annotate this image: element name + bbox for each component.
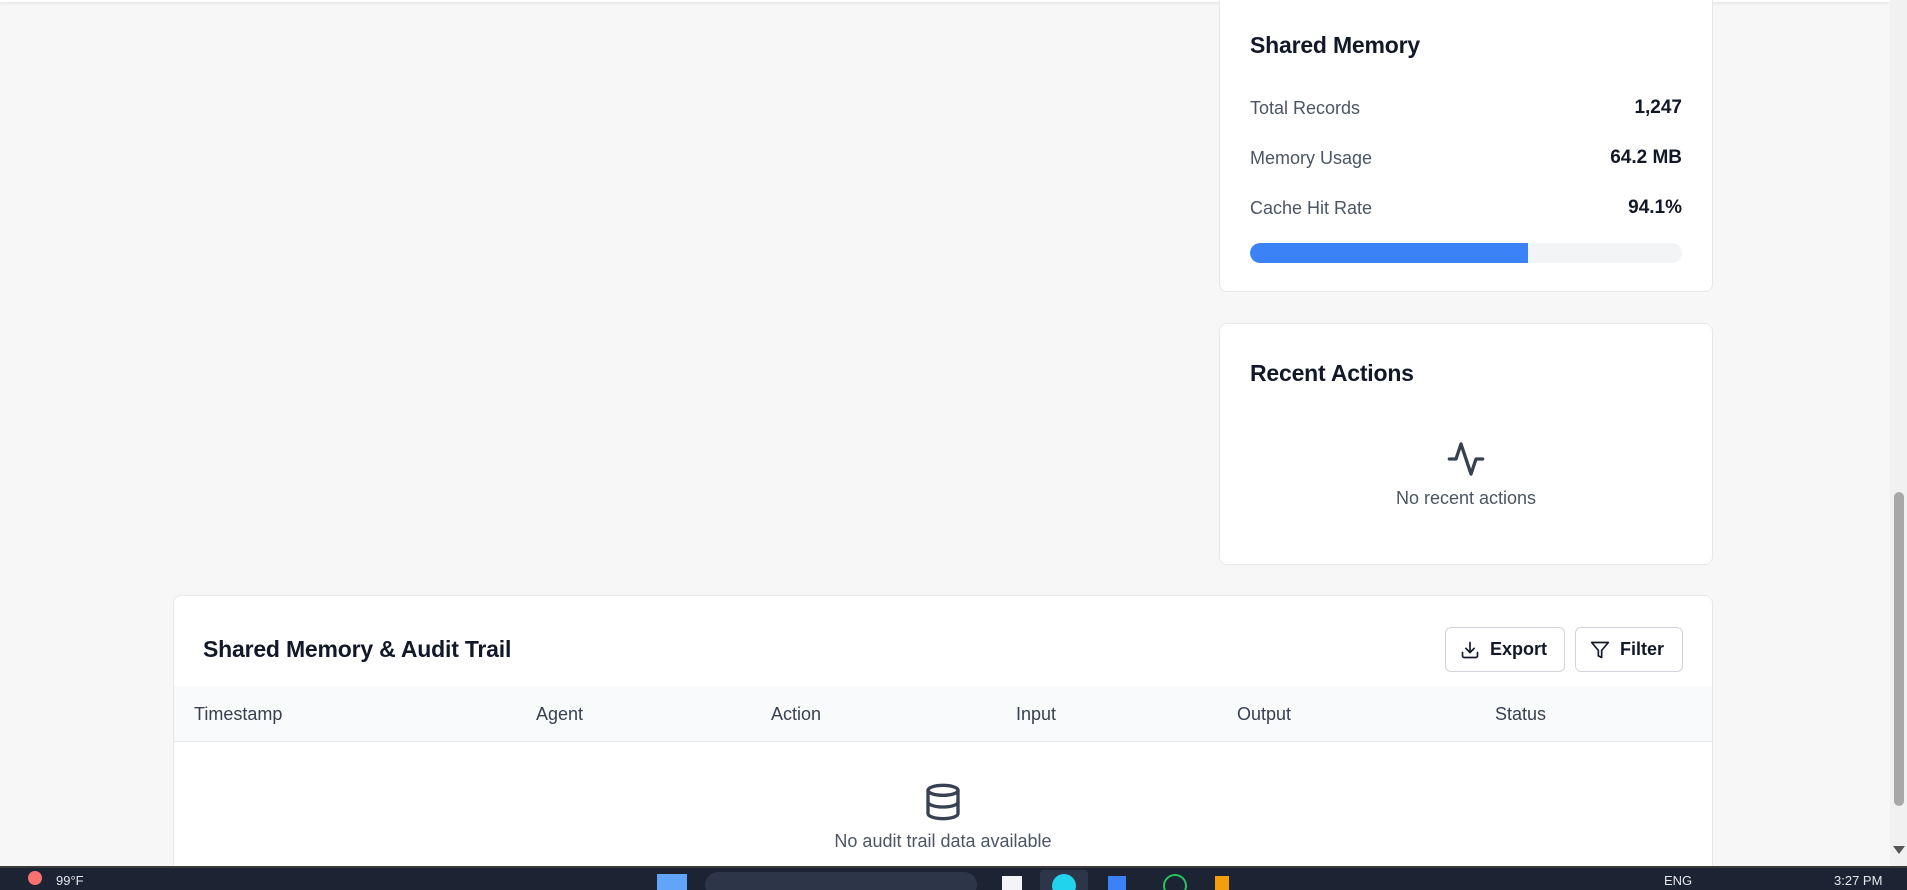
stat-memory-usage: Memory Usage 64.2 MB [1250, 145, 1682, 171]
os-taskbar: 99°F ENG 3:27 PM [0, 866, 1907, 890]
download-icon [1461, 641, 1479, 658]
scroll-down-arrow-icon[interactable] [1893, 846, 1905, 854]
stat-value: 64.2 MB [1610, 147, 1682, 168]
export-button[interactable]: Export [1445, 627, 1565, 672]
recent-actions-card: Recent Actions No recent actions [1219, 323, 1713, 565]
chat-app-icon[interactable] [1163, 874, 1187, 890]
column-header-agent[interactable]: Agent [536, 704, 583, 725]
cache-progress-fill [1250, 243, 1529, 263]
filter-icon [1590, 641, 1610, 658]
weather-icon[interactable] [28, 871, 42, 885]
app-icon[interactable] [1108, 876, 1126, 890]
stat-cache-hit-rate: Cache Hit Rate 94.1% [1250, 195, 1682, 221]
column-header-input[interactable]: Input [1016, 704, 1056, 725]
activity-icon [1447, 442, 1485, 476]
stat-value: 94.1% [1628, 197, 1682, 218]
recent-actions-title: Recent Actions [1250, 360, 1414, 386]
stat-label: Cache Hit Rate [1250, 197, 1373, 218]
column-header-output[interactable]: Output [1237, 704, 1291, 725]
stat-value: 1,247 [1634, 97, 1682, 118]
page-scrollbar[interactable] [1890, 0, 1907, 866]
filter-button[interactable]: Filter [1575, 627, 1683, 672]
recent-actions-empty: No recent actions [1220, 439, 1712, 509]
stat-total-records: Total Records 1,247 [1250, 95, 1682, 121]
start-icon[interactable] [657, 874, 687, 890]
folder-icon[interactable] [1215, 876, 1229, 890]
scrollbar-thumb[interactable] [1894, 492, 1904, 806]
shared-memory-title: Shared Memory [1250, 32, 1420, 58]
taskbar-weather[interactable]: 99°F [56, 873, 84, 888]
audit-table-header: Timestamp Agent Action Input Output Stat… [174, 686, 1712, 742]
audit-trail-empty-text: No audit trail data available [834, 831, 1052, 851]
filter-label: Filter [1620, 639, 1665, 659]
stat-label: Total Records [1250, 97, 1361, 118]
taskbar-language[interactable]: ENG [1664, 873, 1692, 888]
column-header-timestamp[interactable]: Timestamp [194, 704, 282, 725]
recent-actions-empty-text: No recent actions [1395, 488, 1537, 508]
export-label: Export [1490, 639, 1548, 659]
taskbar-search-box[interactable] [705, 872, 977, 890]
audit-trail-card: Shared Memory & Audit Trail Export Filte… [173, 595, 1713, 890]
column-header-status[interactable]: Status [1495, 704, 1546, 725]
cache-progress-bar [1250, 243, 1682, 263]
shared-memory-card: Shared Memory Total Records 1,247 Memory… [1219, 0, 1713, 292]
audit-trail-title: Shared Memory & Audit Trail [203, 636, 512, 662]
column-header-action[interactable]: Action [771, 704, 821, 725]
audit-trail-empty: No audit trail data available [174, 782, 1712, 852]
file-explorer-icon[interactable] [1002, 876, 1022, 890]
taskbar-clock[interactable]: 3:27 PM [1834, 873, 1882, 888]
database-icon [926, 783, 960, 821]
stat-label: Memory Usage [1250, 147, 1373, 168]
